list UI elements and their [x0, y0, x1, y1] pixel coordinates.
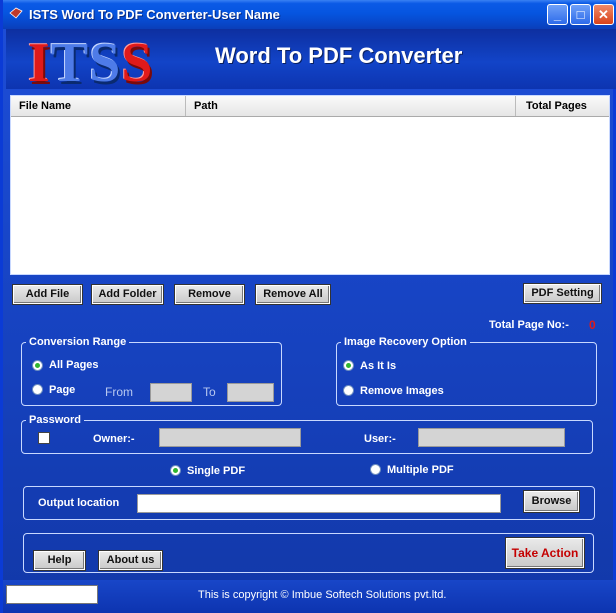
as-it-is-radio[interactable] — [343, 360, 354, 371]
copyright-text: This is copyright © Imbue Softech Soluti… — [198, 589, 447, 601]
take-action-button[interactable]: Take Action — [505, 537, 585, 569]
from-page-input[interactable] — [150, 383, 192, 402]
remove-all-button[interactable]: Remove All — [255, 284, 331, 305]
add-folder-button[interactable]: Add Folder — [91, 284, 164, 305]
app-window: ISTS Word To PDF Converter-User Name _ □… — [0, 0, 616, 613]
minimize-button[interactable]: _ — [547, 4, 568, 25]
close-button[interactable]: ✕ — [593, 4, 614, 25]
file-list-table[interactable]: File Name Path Total Pages — [10, 95, 610, 275]
browse-button[interactable]: Browse — [523, 490, 580, 513]
remove-images-label: Remove Images — [360, 385, 444, 397]
column-header-path[interactable]: Path — [186, 96, 516, 116]
header-banner: ITSS Word To PDF Converter — [6, 29, 616, 94]
all-pages-radio[interactable] — [32, 360, 43, 371]
maximize-button[interactable]: □ — [570, 4, 591, 25]
window-title: ISTS Word To PDF Converter-User Name — [29, 7, 280, 22]
ists-logo: ITSS — [28, 32, 154, 94]
remove-button[interactable]: Remove — [174, 284, 245, 305]
output-location-label: Output location — [38, 497, 120, 509]
pdf-setting-button[interactable]: PDF Setting — [523, 283, 602, 304]
user-label: User:- — [364, 433, 396, 445]
app-icon — [9, 7, 23, 19]
remove-images-radio[interactable] — [343, 385, 354, 396]
page-range-label: Page — [49, 384, 76, 396]
single-pdf-label: Single PDF — [187, 465, 246, 477]
owner-label: Owner:- — [93, 433, 135, 445]
table-header: File Name Path Total Pages — [11, 96, 609, 117]
multiple-pdf-label: Multiple PDF — [387, 464, 454, 476]
status-field — [6, 585, 98, 604]
status-bar: This is copyright © Imbue Softech Soluti… — [3, 580, 616, 613]
as-it-is-label: As It Is — [360, 360, 397, 372]
password-legend: Password — [29, 414, 81, 426]
to-page-input[interactable] — [227, 383, 274, 402]
from-label: From — [105, 385, 133, 399]
single-pdf-radio[interactable] — [170, 465, 181, 476]
add-file-button[interactable]: Add File — [12, 284, 83, 305]
total-pages-value: 0 — [589, 318, 596, 332]
to-label: To — [203, 385, 216, 399]
owner-password-input[interactable] — [159, 428, 301, 447]
app-heading: Word To PDF Converter — [215, 43, 463, 68]
password-checkbox[interactable] — [38, 432, 50, 444]
multiple-pdf-radio[interactable] — [370, 464, 381, 475]
about-us-button[interactable]: About us — [98, 550, 163, 571]
help-button[interactable]: Help — [33, 550, 86, 571]
total-pages-label: Total Page No:- — [489, 319, 569, 331]
image-recovery-legend: Image Recovery Option — [344, 336, 467, 348]
title-bar[interactable]: ISTS Word To PDF Converter-User Name _ □… — [3, 0, 616, 29]
user-password-input[interactable] — [418, 428, 565, 447]
output-location-input[interactable] — [137, 494, 501, 513]
all-pages-label: All Pages — [49, 359, 99, 371]
page-range-radio[interactable] — [32, 384, 43, 395]
column-header-file-name[interactable]: File Name — [11, 96, 186, 116]
conversion-range-legend: Conversion Range — [29, 336, 127, 348]
column-header-total-pages[interactable]: Total Pages — [516, 96, 609, 116]
